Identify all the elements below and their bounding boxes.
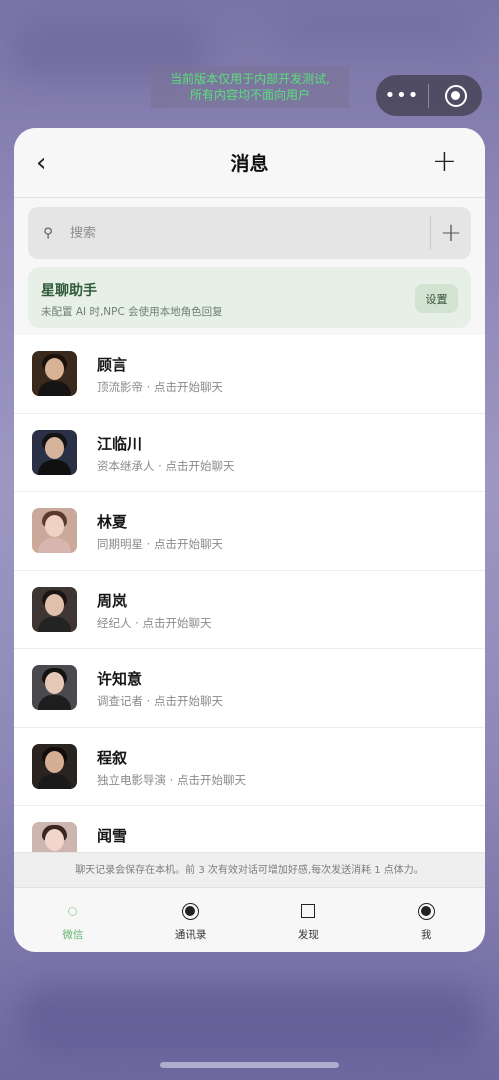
tab-contacts[interactable]: 通讯录 [132,888,250,952]
tab-bar: 微信 通讯录 发现 我 [14,887,485,952]
dev-notice-banner: 当前版本仅用于内部开发测试, 所有内容均不面向用户 [151,66,349,108]
avatar [32,743,77,789]
messages-panel: ‹ 消息 + ⚲ + 星聊助手 未配置 AI 时,NPC 会使用本地角色回复 设… [14,128,485,952]
contact-subtitle: 顶流影帝 · 点击开始聊天 [97,380,223,394]
contact-name: 周岚 [97,591,128,610]
contact-name: 顾言 [97,356,128,374]
assistant-card[interactable]: 星聊助手 未配置 AI 时,NPC 会使用本地角色回复 设置 [28,267,471,328]
storage-notice: 聊天记录会保存在本机。前 3 次有效对话可增加好感,每次发送消耗 1 点体力。 [14,852,485,887]
target-icon [182,902,200,920]
contact-subtitle: 经纪人 · 点击开始聊天 [97,615,212,630]
contact-name: 江临川 [97,434,143,453]
avatar [32,822,77,852]
contact-name: 程叙 [97,748,128,767]
tab-me[interactable]: 我 [367,888,485,952]
home-indicator [160,1062,339,1068]
search-icon: ⚲ [43,225,53,241]
assistant-description: 未配置 AI 时,NPC 会使用本地角色回复 [41,306,223,318]
avatar [32,508,77,553]
avatar [32,351,77,396]
tab-label: 发现 [297,929,319,941]
contact-subtitle: 资本继承人 · 点击开始聊天 [97,458,235,473]
square-icon [301,904,316,918]
background-blur [20,985,480,1055]
contact-item[interactable]: 顾言 顶流影帝 · 点击开始聊天 [14,335,485,414]
contact-subtitle: 独立电影导演 · 点击开始聊天 [97,772,246,787]
contact-subtitle: 同期明星 · 点击开始聊天 [97,537,223,551]
tab-discover[interactable]: 发现 [250,888,368,952]
tab-label: 我 [420,929,432,941]
close-button[interactable] [429,84,482,107]
search-add-button[interactable]: + [431,218,471,248]
more-dots-icon[interactable]: ••• [376,85,428,106]
contact-item[interactable]: 周岚 经纪人 · 点击开始聊天 [14,570,485,649]
contact-name: 林夏 [97,513,128,531]
tab-wechat[interactable]: 微信 [14,888,132,952]
contact-name: 许知意 [97,670,143,688]
assistant-title: 星聊助手 [41,283,97,299]
target-icon [417,902,435,920]
search-input[interactable] [70,225,430,241]
avatar [32,665,77,710]
target-close-icon [444,84,467,107]
tab-label: 通讯录 [174,929,207,941]
assistant-settings-button[interactable]: 设置 [415,284,458,313]
contact-item[interactable]: 许知意 调查记者 · 点击开始聊天 [14,649,485,728]
tab-label: 微信 [62,929,84,941]
contact-subtitle: 调查记者 · 点击开始聊天 [97,694,223,708]
miniprogram-capsule: ••• [376,75,482,116]
contact-item[interactable]: 程叙 独立电影导演 · 点击开始聊天 [14,727,485,806]
contact-item[interactable]: 闻雪 [14,806,485,852]
dev-notice-line2: 所有内容均不面向用户 [189,88,310,102]
avatar [32,429,77,475]
background-blur [280,10,470,50]
loading-dot-icon [68,906,78,916]
back-button[interactable]: ‹ [36,148,46,178]
contact-name: 闻雪 [97,827,128,845]
navigation-bar: ‹ 消息 + [14,128,485,198]
contact-list: 顾言 顶流影帝 · 点击开始聊天 江临川 资本继承人 · 点击开始聊天 林夏 同… [14,335,485,852]
contact-item[interactable]: 江临川 资本继承人 · 点击开始聊天 [14,413,485,492]
search-bar: ⚲ + [28,207,471,259]
page-title: 消息 [230,153,269,175]
add-button[interactable]: + [432,145,457,179]
avatar [32,586,77,632]
dev-notice-line1: 当前版本仅用于内部开发测试, [170,72,330,86]
contact-item[interactable]: 林夏 同期明星 · 点击开始聊天 [14,492,485,571]
